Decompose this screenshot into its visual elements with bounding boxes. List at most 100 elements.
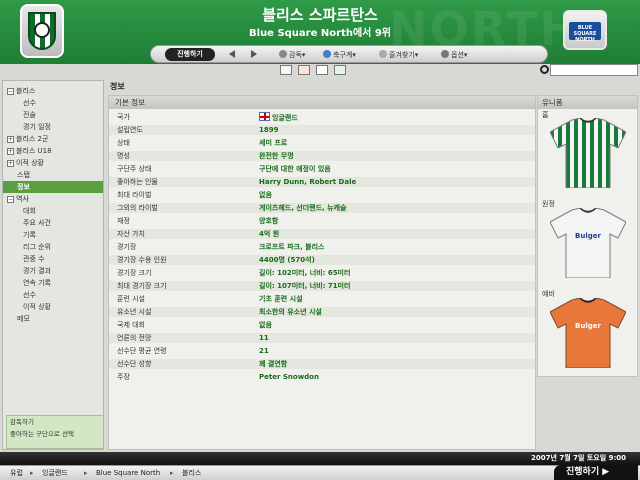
row-label: 국가: [117, 113, 130, 121]
sidebar-item-league-position[interactable]: 리그 순위: [3, 241, 103, 253]
sidebar-item-tactics[interactable]: 전술: [3, 109, 103, 121]
row-value[interactable]: Peter Snowdon: [259, 372, 319, 382]
table-row: 재정 양호함: [109, 216, 535, 226]
breadcrumb-england[interactable]: 잉글랜드: [42, 466, 68, 480]
continue-bottom-button[interactable]: 진행하기 ▶: [554, 465, 638, 480]
sidebar-item-info[interactable]: 정보: [3, 181, 103, 193]
sidebar-item-label: 기록: [23, 231, 36, 239]
nav-football[interactable]: 축구계▾: [323, 49, 356, 61]
sidebar-item-attendance[interactable]: 관중 수: [3, 253, 103, 265]
table-row: 훈련 시설 기초 훈련 시설: [109, 294, 535, 304]
nav-bookmarks-label: 즐겨찾기: [389, 51, 415, 59]
arrow-right-icon[interactable]: [251, 50, 257, 58]
row-value: 11: [259, 334, 269, 342]
table-row: 구단주 상태 구단에 대한 애정이 있음: [109, 164, 535, 174]
row-value: 기초 훈련 시설: [259, 295, 303, 303]
league-badge-text: BLUE SQUARE NORTH: [569, 22, 601, 43]
sidebar-item-history[interactable]: − 역사: [3, 193, 103, 205]
arrow-left-icon[interactable]: [229, 50, 235, 58]
table-row: 유소년 시설 최소한의 유소년 시설: [109, 307, 535, 317]
row-value[interactable]: 크로프트 파크, 블리스: [259, 242, 325, 252]
tip-manage[interactable]: 감독하기: [7, 416, 103, 428]
sidebar-item-records[interactable]: 기록: [3, 229, 103, 241]
collapse-icon[interactable]: −: [7, 88, 14, 95]
expand-icon[interactable]: +: [7, 136, 14, 143]
sidebar-item-history-transfers[interactable]: 이적 상황: [3, 301, 103, 313]
country-value: 잉글랜드: [272, 114, 298, 122]
nav-options[interactable]: 옵션▾: [441, 49, 467, 61]
calendar-icon[interactable]: [298, 65, 310, 75]
sidebar-item-reserves[interactable]: + 블리스 2군: [3, 133, 103, 145]
search-input[interactable]: [550, 64, 638, 76]
table-row: 자산 가치 4억 원: [109, 229, 535, 239]
nav-bookmarks[interactable]: 즐겨찾기▾: [379, 49, 418, 61]
home-icon[interactable]: [280, 65, 292, 75]
row-value: 1899: [259, 126, 279, 134]
club-subtitle[interactable]: Blue Square North에서 9위: [0, 24, 640, 39]
row-value[interactable]: Harry Dunn, Robert Dale: [259, 177, 356, 187]
search-icon[interactable]: [540, 65, 549, 74]
sidebar-item-label: 블리스 U18: [16, 147, 52, 155]
options-icon: [441, 50, 449, 58]
row-value[interactable]: 게이츠헤드, 선더랜드, 뉴캐슬: [259, 203, 346, 213]
breadcrumb: 유럽 ▸ 잉글랜드 ▸ Blue Square North ▸ 블리스: [0, 465, 640, 480]
sidebar-item-streaks[interactable]: 연속 기록: [3, 277, 103, 289]
nav-manager[interactable]: 감독▾: [279, 49, 305, 61]
league-badge[interactable]: BLUE SQUARE NORTH: [563, 10, 607, 50]
sidebar-item-competitions[interactable]: 대회: [3, 205, 103, 217]
sidebar-item-transfers[interactable]: + 이적 상황: [3, 157, 103, 169]
add-icon[interactable]: [334, 65, 346, 75]
row-value: 없음: [259, 321, 272, 329]
sidebar-item-results[interactable]: 경기 결과: [3, 265, 103, 277]
note-icon[interactable]: [316, 65, 328, 75]
breadcrumb-chevron-icon: ▸: [84, 469, 88, 477]
breadcrumb-club[interactable]: 블리스: [182, 466, 201, 480]
continue-button[interactable]: 진행하기: [165, 48, 215, 61]
continue-arrow-icon: ▶: [602, 467, 610, 477]
expand-icon[interactable]: +: [7, 148, 14, 155]
table-row: 상태 세미 프로: [109, 138, 535, 148]
sidebar-item-notes[interactable]: 메모: [3, 313, 103, 325]
expand-icon[interactable]: +: [7, 160, 14, 167]
table-row: 좋아하는 인물 Harry Dunn, Robert Dale: [109, 177, 535, 187]
sidebar-item-fixtures[interactable]: 경기 일정: [3, 121, 103, 133]
globe-icon: [323, 50, 331, 58]
game-date: 2007년 7월 7일 토요일 9:00: [530, 454, 626, 462]
sidebar-item-label: 대회: [23, 207, 36, 215]
breadcrumb-league[interactable]: Blue Square North: [96, 466, 160, 480]
breadcrumb-chevron-icon: ▸: [30, 469, 34, 477]
row-value: 세미 프로: [259, 139, 288, 147]
sidebar-item-players[interactable]: 선수: [3, 97, 103, 109]
sidebar-item-label: 블리스 2군: [16, 135, 49, 143]
table-row: 설립연도 1899: [109, 125, 535, 135]
table-row: 명성 완전한 무명: [109, 151, 535, 161]
sidebar-item-label: 역사: [16, 195, 29, 203]
tip-favourite[interactable]: 좋아하는 구단으로 선택: [7, 428, 103, 440]
table-row: 주장 Peter Snowdon: [109, 372, 535, 382]
sidebar-tips: 감독하기 좋아하는 구단으로 선택: [6, 415, 104, 449]
sidebar-item-club[interactable]: − 블리스: [3, 85, 103, 97]
sidebar: − 블리스 선수 전술 경기 일정 + 블리스 2군 + 블리스 U18 + 이적 상황…: [2, 80, 104, 450]
date-bar: 2007년 7월 7일 토요일 9:00: [0, 452, 640, 465]
sidebar-item-label: 이적 상황: [16, 159, 44, 167]
away-kit-icon: Bulger: [550, 208, 626, 278]
home-kit-icon: [550, 118, 626, 188]
page-title: 정보: [110, 82, 125, 91]
row-value: 꽤 결연함: [259, 360, 288, 368]
row-label: 유소년 시설: [117, 308, 152, 316]
row-label: 선수단 평균 연령: [117, 347, 167, 355]
sidebar-item-u18[interactable]: + 블리스 U18: [3, 145, 103, 157]
collapse-icon[interactable]: −: [7, 196, 14, 203]
sidebar-item-events[interactable]: 주요 사건: [3, 217, 103, 229]
home-kit-label: 홈: [542, 111, 549, 119]
row-value: 없음: [259, 191, 272, 199]
sidebar-item-label: 연속 기록: [23, 279, 51, 287]
row-label: 최대 경기장 크기: [117, 282, 167, 290]
sidebar-item-history-players[interactable]: 선수: [3, 289, 103, 301]
sidebar-item-label: 경기 일정: [23, 123, 51, 131]
sidebar-item-label: 정보: [17, 183, 30, 191]
sidebar-item-staff[interactable]: 스탭: [3, 169, 103, 181]
row-label: 좋아하는 인물: [117, 178, 158, 186]
row-value[interactable]: 잉글랜드: [259, 112, 298, 123]
breadcrumb-europe[interactable]: 유럽: [10, 466, 23, 480]
